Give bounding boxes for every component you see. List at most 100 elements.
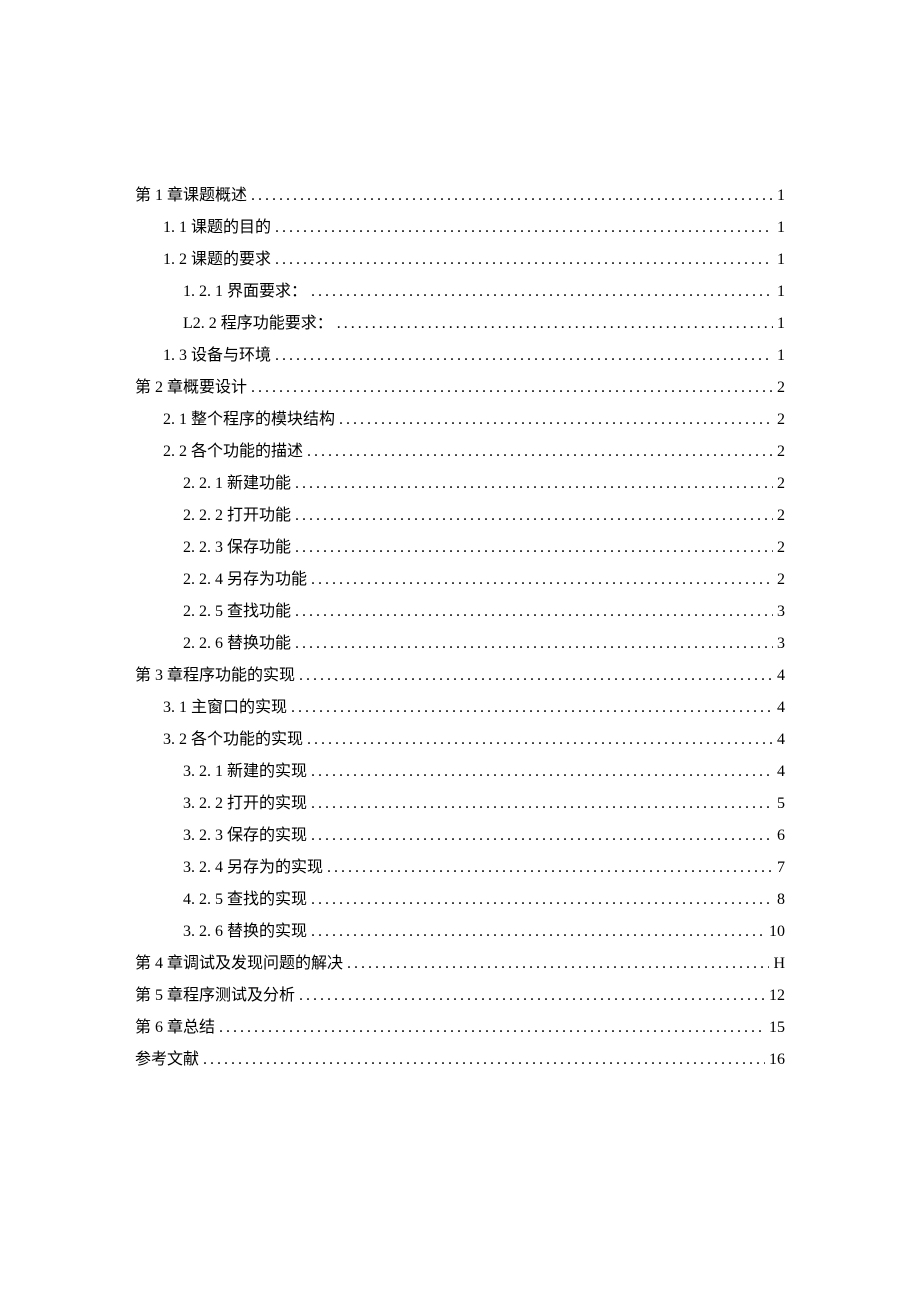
toc-entry: 2. 2. 1 新建功能 2 [135, 468, 785, 500]
toc-entry: 2. 2. 3 保存功能 2 [135, 532, 785, 564]
toc-page-number: 1 [777, 212, 785, 244]
toc-entry: 4. 2. 5 查找的实现8 [135, 884, 785, 916]
toc-leader-dots [327, 852, 773, 884]
toc-entry: 2. 2. 2 打开功能 2 [135, 500, 785, 532]
toc-page-number: 10 [769, 916, 785, 948]
toc-page-number: 2 [777, 372, 785, 404]
toc-entry: 1. 2. 1 界面要求： 1 [135, 276, 785, 308]
toc-title: 4. 2. 5 查找的实现 [183, 884, 307, 916]
toc-leader-dots [299, 980, 765, 1012]
toc-title: 2. 2. 6 替换功能 [183, 628, 291, 660]
toc-title: 2. 1 整个程序的模块结构 [163, 404, 335, 436]
toc-leader-dots [295, 500, 773, 532]
toc-title: 3. 2. 2 打开的实现 [183, 788, 307, 820]
toc-title: 3. 2. 3 保存的实现 [183, 820, 307, 852]
toc-title: 第 6 章总结 [135, 1012, 215, 1044]
toc-page-number: 3 [777, 596, 785, 628]
toc-title: L2. 2 程序功能要求： [183, 308, 333, 340]
toc-page-number: 1 [777, 340, 785, 372]
toc-leader-dots [339, 404, 773, 436]
toc-leader-dots [203, 1044, 765, 1076]
toc-page-number: 12 [769, 980, 785, 1012]
toc-entry: 3. 2. 1 新建的实现 4 [135, 756, 785, 788]
toc-entry: 3. 2. 2 打开的实现5 [135, 788, 785, 820]
toc-entry: 3. 2. 3 保存的实现 6 [135, 820, 785, 852]
toc-entry: 2. 1 整个程序的模块结构 2 [135, 404, 785, 436]
toc-title: 第 5 章程序测试及分析 [135, 980, 295, 1012]
toc-entry: L2. 2 程序功能要求： 1 [135, 308, 785, 340]
toc-page-number: 2 [777, 532, 785, 564]
toc-entry: 第 6 章总结 15 [135, 1012, 785, 1044]
toc-leader-dots [311, 820, 773, 852]
toc-leader-dots [307, 724, 773, 756]
toc-leader-dots [295, 532, 773, 564]
toc-page-number: 4 [777, 692, 785, 724]
toc-title: 第 1 章课题概述 [135, 180, 247, 212]
toc-page-number: 1 [777, 308, 785, 340]
toc-page-number: 4 [777, 660, 785, 692]
toc-leader-dots [311, 916, 765, 948]
toc-leader-dots [337, 308, 773, 340]
toc-entry: 第 1 章课题概述 1 [135, 180, 785, 212]
toc-page-number: 2 [777, 436, 785, 468]
toc-page-number: 2 [777, 404, 785, 436]
toc-page-number: 4 [777, 724, 785, 756]
toc-page-number: 2 [777, 468, 785, 500]
toc-leader-dots [295, 468, 773, 500]
toc-leader-dots [219, 1012, 765, 1044]
toc-page-number: 15 [769, 1012, 785, 1044]
toc-leader-dots [291, 692, 773, 724]
toc-page-number: 7 [777, 852, 785, 884]
toc-page-number: 1 [777, 276, 785, 308]
toc-title: 3. 2. 1 新建的实现 [183, 756, 307, 788]
toc-page-number: 2 [777, 500, 785, 532]
toc-leader-dots [251, 372, 773, 404]
toc-leader-dots [311, 756, 773, 788]
toc-title: 3. 2. 4 另存为的实现 [183, 852, 323, 884]
toc-entry: 参考文献 16 [135, 1044, 785, 1076]
toc-entry: 第 3 章程序功能的实现 4 [135, 660, 785, 692]
toc-title: 3. 2. 6 替换的实现 [183, 916, 307, 948]
toc-page-number: 3 [777, 628, 785, 660]
toc-title: 2. 2. 1 新建功能 [183, 468, 291, 500]
toc-title: 1. 3 设备与环境 [163, 340, 271, 372]
toc-leader-dots [251, 180, 773, 212]
toc-title: 2. 2. 2 打开功能 [183, 500, 291, 532]
toc-title: 1. 2 课题的要求 [163, 244, 271, 276]
toc-entry: 2. 2. 4 另存为功能2 [135, 564, 785, 596]
toc-entry: 3. 2. 6 替换的实现 10 [135, 916, 785, 948]
toc-title: 1. 1 课题的目的 [163, 212, 271, 244]
toc-page-number: 2 [777, 564, 785, 596]
toc-leader-dots [275, 340, 773, 372]
toc-entry: 2. 2. 6 替换功能 3 [135, 628, 785, 660]
toc-entry: 2. 2 各个功能的描述2 [135, 436, 785, 468]
toc-page-number: 1 [777, 180, 785, 212]
toc-entry: 1. 3 设备与环境 1 [135, 340, 785, 372]
toc-title: 参考文献 [135, 1044, 199, 1076]
toc-title: 2. 2. 3 保存功能 [183, 532, 291, 564]
toc-page-number: 4 [777, 756, 785, 788]
toc-leader-dots [311, 884, 773, 916]
toc-entry: 1. 1 课题的目的 1 [135, 212, 785, 244]
toc-leader-dots [295, 596, 773, 628]
toc-leader-dots [311, 788, 773, 820]
toc-entry: 第 5 章程序测试及分析 12 [135, 980, 785, 1012]
toc-entry: 2. 2. 5 查找功能 3 [135, 596, 785, 628]
toc-entry: 3. 2 各个功能的实现 4 [135, 724, 785, 756]
toc-leader-dots [275, 212, 773, 244]
toc-leader-dots [299, 660, 773, 692]
toc-title: 1. 2. 1 界面要求： [183, 276, 307, 308]
toc-title: 第 2 章概要设计 [135, 372, 247, 404]
toc-title: 第 3 章程序功能的实现 [135, 660, 295, 692]
toc-title: 3. 2 各个功能的实现 [163, 724, 303, 756]
toc-page-number: 6 [777, 820, 785, 852]
toc-page-number: 16 [769, 1044, 785, 1076]
toc-entry: 第 4 章调试及发现问题的解决H [135, 948, 785, 980]
toc-leader-dots [275, 244, 773, 276]
toc-title: 3. 1 主窗口的实现 [163, 692, 287, 724]
toc-title: 第 4 章调试及发现问题的解决 [135, 948, 343, 980]
toc-leader-dots [295, 628, 773, 660]
toc-title: 2. 2. 5 查找功能 [183, 596, 291, 628]
toc-entry: 第 2 章概要设计 2 [135, 372, 785, 404]
toc-entry: 3. 2. 4 另存为的实现 7 [135, 852, 785, 884]
